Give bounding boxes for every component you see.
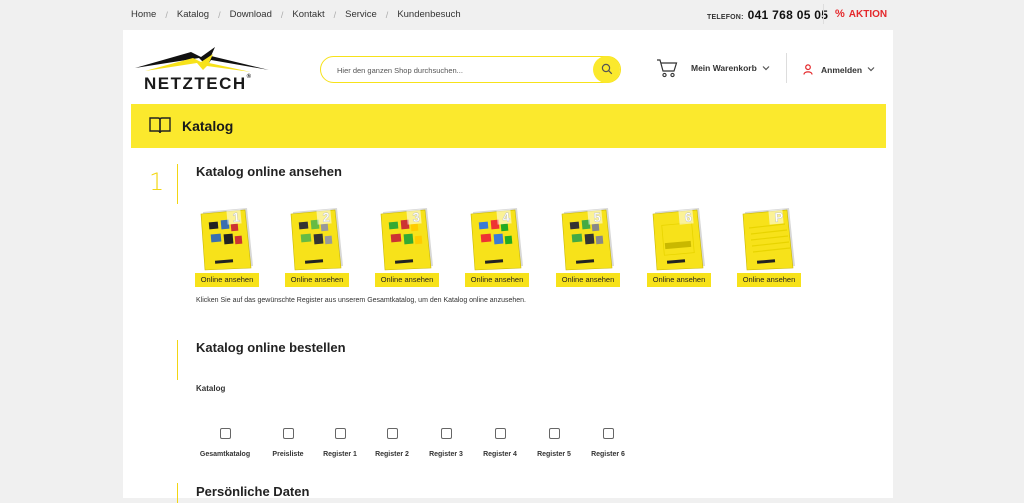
step-number: 1	[149, 168, 165, 196]
order-checkbox-label: Gesamtkatalog	[199, 451, 251, 458]
cart-label: Mein Warenkorb	[691, 63, 757, 73]
online-ansehen-button[interactable]: Online ansehen	[375, 273, 439, 287]
order-checkbox[interactable]	[494, 428, 506, 439]
search-input[interactable]	[337, 63, 587, 77]
top-divider	[823, 4, 824, 24]
online-ansehen-button[interactable]: Online ansehen	[285, 273, 349, 287]
order-checkbox-label: Register 4	[483, 451, 517, 458]
katalog-field-label: Katalog	[196, 384, 226, 393]
main-container: NETZTECH® Mein Warenkorb Anmelden	[123, 30, 893, 503]
order-checkbox[interactable]	[219, 428, 231, 439]
phone-label: TELEFON:	[707, 14, 744, 21]
netztech-logo[interactable]: NETZTECH®	[131, 44, 269, 94]
section-title-personal: Persönliche Daten	[196, 484, 310, 499]
online-ansehen-button[interactable]: Online ansehen	[195, 273, 259, 287]
topnav-kontakt-link[interactable]: Kontakt	[292, 9, 324, 20]
top-bar: Home / Katalog / Download / Kontakt / Se…	[0, 0, 1024, 30]
order-checkbox[interactable]	[440, 428, 452, 439]
search-box	[320, 55, 621, 83]
catalog-cover-3[interactable]: 3	[377, 206, 437, 272]
catalog-register-number: 1	[232, 209, 241, 225]
book-icon	[149, 117, 171, 134]
cart-icon	[657, 59, 678, 78]
catalog-info-text: Klicken Sie auf das gewünschte Register …	[196, 297, 526, 304]
aktion-link[interactable]: % AKTION	[835, 8, 887, 20]
search-icon	[601, 63, 612, 75]
order-checkbox[interactable]	[602, 428, 614, 439]
aktion-label: AKTION	[848, 8, 888, 20]
search-button[interactable]	[593, 55, 620, 83]
page-title: Katalog	[182, 118, 234, 134]
section-line	[177, 164, 178, 204]
phone-number[interactable]: 041 768 05 05	[748, 8, 829, 22]
logo-text: NETZTECH®	[144, 74, 252, 93]
section-line	[177, 483, 178, 503]
breadcrumb-separator: /	[333, 9, 337, 20]
order-checkbox-label: Register 5	[537, 451, 571, 458]
catalog-register-number: 6	[684, 209, 693, 225]
order-checkbox[interactable]	[386, 428, 398, 439]
order-checkbox-label: Register 6	[591, 451, 625, 458]
online-ansehen-button[interactable]: Online ansehen	[647, 273, 711, 287]
catalog-cover-4[interactable]: 4	[467, 206, 527, 272]
topnav-download-link[interactable]: Download	[230, 9, 272, 20]
breadcrumb-separator: /	[218, 9, 221, 20]
topnav-service-link[interactable]: Service	[345, 9, 377, 20]
catalog-register-number: 3	[412, 209, 421, 225]
order-checkbox-label: Register 1	[323, 451, 357, 458]
percent-icon: %	[835, 8, 845, 20]
order-checkbox-label: Register 3	[429, 451, 463, 458]
user-icon	[803, 64, 813, 75]
catalog-cover-2[interactable]: 2	[287, 206, 347, 272]
order-checkbox-label: Register 2	[375, 451, 409, 458]
section-line	[177, 340, 178, 380]
phone-info: TELEFON: 041 768 05 05	[707, 8, 828, 22]
login-label: Anmelden	[821, 64, 863, 75]
topnav-home-link[interactable]: Home	[131, 9, 156, 20]
order-checkbox[interactable]	[334, 428, 346, 439]
catalog-register-number: P	[774, 209, 784, 225]
login-button[interactable]: Anmelden	[803, 64, 875, 75]
online-ansehen-button[interactable]: Online ansehen	[737, 273, 801, 287]
online-ansehen-button[interactable]: Online ansehen	[465, 273, 529, 287]
online-ansehen-button[interactable]: Online ansehen	[556, 273, 620, 287]
breadcrumb-separator: /	[165, 9, 168, 20]
catalog-register-number: 2	[322, 209, 331, 225]
top-navigation: Home / Katalog / Download / Kontakt / Se…	[131, 9, 461, 20]
page-title-bar: Katalog	[131, 104, 886, 148]
catalog-cover-1[interactable]: 1	[197, 206, 257, 272]
section-title-order: Katalog online bestellen	[196, 340, 346, 355]
breadcrumb-separator: /	[385, 9, 389, 20]
chevron-down-icon	[762, 64, 770, 73]
order-checkbox[interactable]	[548, 428, 560, 439]
catalog-register-number: 5	[593, 209, 602, 225]
catalog-cover-P[interactable]: P	[739, 206, 799, 272]
header-divider	[786, 53, 787, 83]
catalog-cover-5[interactable]: 5	[558, 206, 618, 272]
topnav-katalog-link[interactable]: Katalog	[177, 9, 209, 20]
chevron-down-icon	[867, 65, 875, 74]
topnav-kundenbesuch-link[interactable]: Kundenbesuch	[397, 9, 460, 20]
catalog-cover-6[interactable]: 6	[649, 206, 709, 272]
section-title-view: Katalog online ansehen	[196, 164, 342, 179]
order-checkbox[interactable]	[282, 428, 294, 439]
breadcrumb-separator: /	[280, 9, 284, 20]
order-checkbox-label: Preisliste	[272, 451, 304, 458]
cart-button[interactable]: Mein Warenkorb	[656, 58, 770, 78]
